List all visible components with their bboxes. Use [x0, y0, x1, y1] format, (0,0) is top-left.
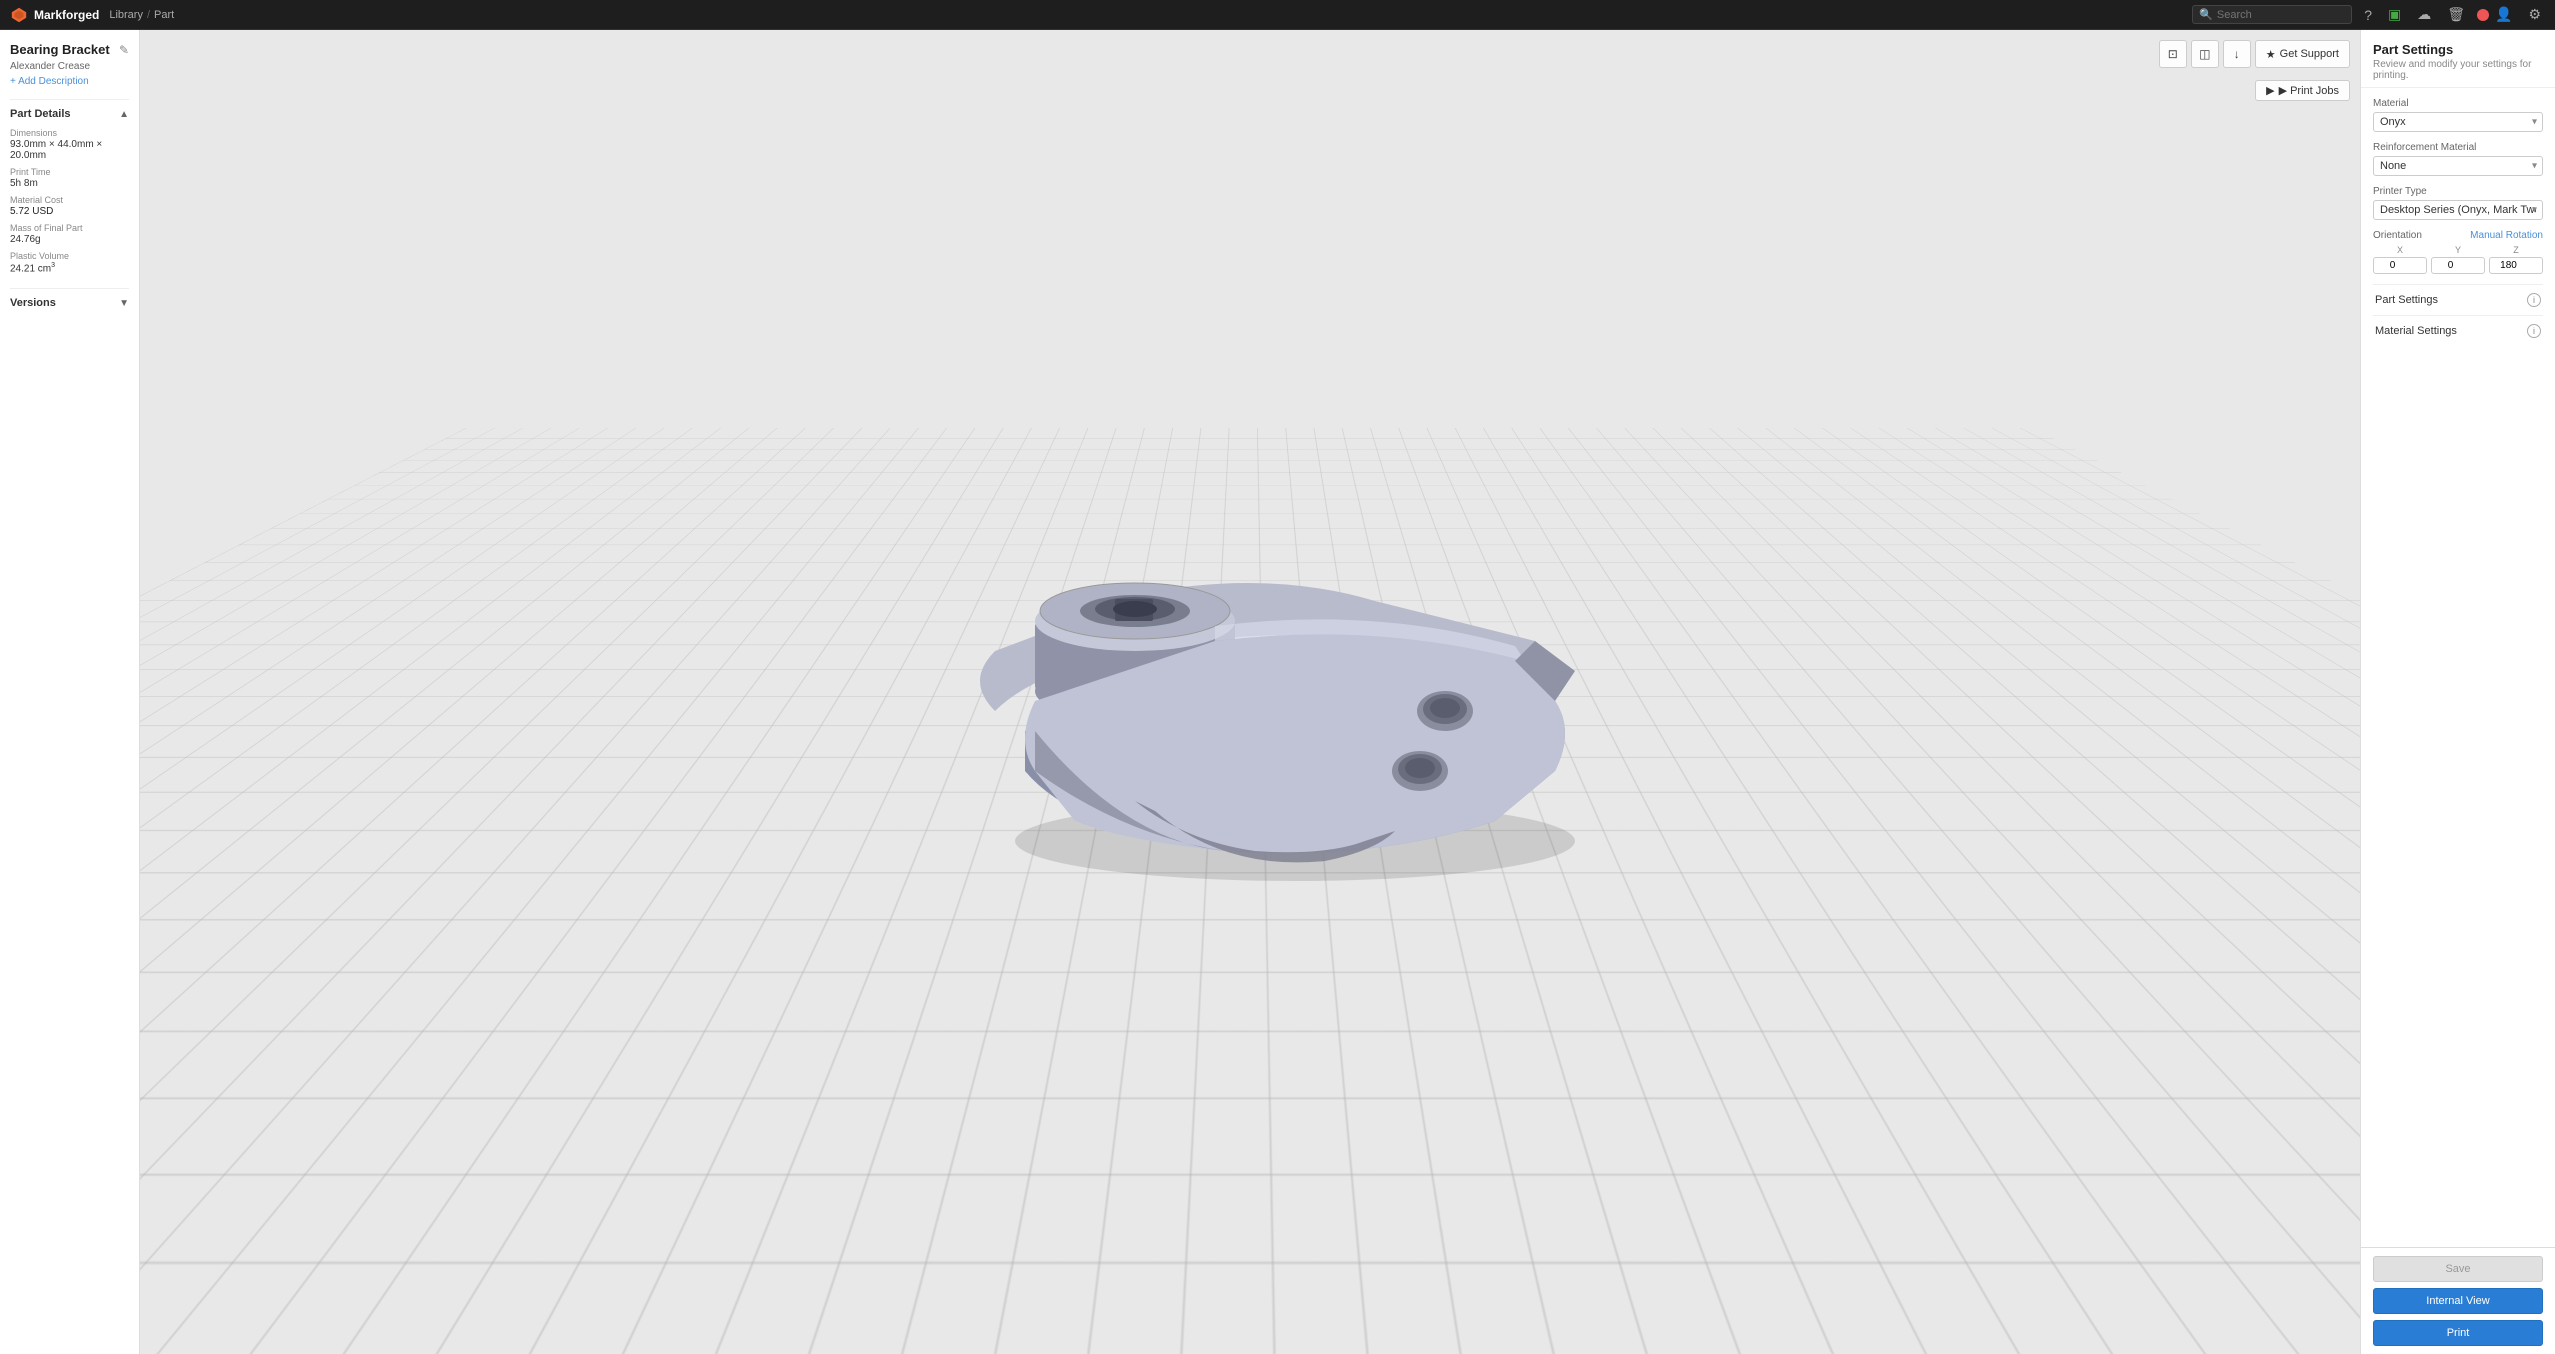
print-time-value: 5h 8m: [10, 178, 129, 189]
material-settings-section: Material Settings i: [2373, 315, 2543, 346]
save-button: Save: [2373, 1256, 2543, 1282]
search-input[interactable]: [2217, 9, 2345, 21]
orientation-label: Orientation: [2373, 230, 2422, 241]
add-description-link[interactable]: + Add Description: [10, 76, 129, 87]
orientation-inputs: X Y Z: [2373, 245, 2543, 274]
reinforcement-select[interactable]: None: [2373, 156, 2543, 176]
reinforcement-label: Reinforcement Material: [2373, 142, 2543, 153]
print-time-label: Print Time: [10, 167, 129, 177]
orientation-label-row: Orientation Manual Rotation: [2373, 230, 2543, 241]
orientation-y-group: Y: [2431, 245, 2485, 274]
cloud-icon[interactable]: ☁: [2413, 4, 2435, 25]
manual-rotation-link[interactable]: Manual Rotation: [2470, 230, 2543, 241]
view-cube-icon: ⊡: [2168, 47, 2178, 61]
part-settings-header[interactable]: Part Settings i: [2373, 293, 2543, 307]
right-panel: Part Settings Review and modify your set…: [2360, 30, 2555, 1354]
part-title-row: Bearing Bracket ✎: [10, 42, 129, 57]
user-status: 👤: [2477, 4, 2516, 25]
material-field: Material Onyx: [2373, 98, 2543, 132]
material-cost-label: Material Cost: [10, 195, 129, 205]
material-settings-info-icon[interactable]: i: [2527, 324, 2541, 338]
settings-icon[interactable]: ⚙: [2524, 4, 2545, 25]
right-panel-header: Part Settings Review and modify your set…: [2361, 30, 2555, 88]
main-content: Bearing Bracket ✎ Alexander Crease + Add…: [0, 30, 2555, 1354]
right-panel-body: Material Onyx Reinforcement Material Non…: [2361, 88, 2555, 1247]
versions-title: Versions: [10, 297, 56, 309]
reinforcement-select-wrapper: None: [2373, 156, 2543, 176]
reinforcement-field: Reinforcement Material None: [2373, 142, 2543, 176]
left-panel: Bearing Bracket ✎ Alexander Crease + Add…: [0, 30, 140, 1354]
delete-icon[interactable]: 🗑: [2443, 4, 2469, 25]
user-icon[interactable]: 👤: [2491, 4, 2516, 25]
orientation-x-group: X: [2373, 245, 2427, 274]
x-axis-label: X: [2397, 245, 2403, 255]
plastic-volume-value: 24.21 cm3: [10, 262, 129, 274]
part-settings-title: Part Settings: [2375, 294, 2438, 306]
dimensions-label: Dimensions: [10, 128, 129, 138]
part-settings-info-icon[interactable]: i: [2527, 293, 2541, 307]
search-box[interactable]: 🔍: [2192, 5, 2352, 24]
logo: Markforged: [10, 6, 99, 24]
part-details-chevron: ▲: [119, 109, 129, 120]
camera-button[interactable]: ◫: [2191, 40, 2219, 68]
z-axis-label: Z: [2513, 245, 2519, 255]
print-status-icon[interactable]: ▣: [2384, 4, 2405, 25]
breadcrumb-library[interactable]: Library: [109, 9, 143, 21]
versions-section-header[interactable]: Versions ▼: [10, 288, 129, 309]
help-icon[interactable]: ?: [2360, 5, 2376, 25]
orientation-section: Orientation Manual Rotation X Y Z: [2373, 230, 2543, 274]
nav-right: 🔍 ? ▣ ☁ 🗑 👤 ⚙: [2192, 4, 2545, 25]
printer-type-label: Printer Type: [2373, 186, 2543, 197]
edit-icon[interactable]: ✎: [119, 43, 129, 57]
part-details-section-header[interactable]: Part Details ▲: [10, 99, 129, 120]
author-name: Alexander Crease: [10, 61, 129, 72]
top-navigation: Markforged Library / Part 🔍 ? ▣ ☁ 🗑 👤 ⚙: [0, 0, 2555, 30]
part-settings-section: Part Settings i: [2373, 284, 2543, 315]
3d-part-model: [875, 351, 1625, 901]
y-axis-label: Y: [2455, 245, 2461, 255]
part-details-title: Part Details: [10, 108, 71, 120]
right-panel-subtitle: Review and modify your settings for prin…: [2373, 59, 2543, 81]
breadcrumb-part[interactable]: Part: [154, 9, 174, 21]
part-details-body: Dimensions 93.0mm × 44.0mm × 20.0mm Prin…: [10, 128, 129, 274]
viewport-controls: ⊡ ◫ ↓ ★ Get Support: [2159, 40, 2350, 68]
print-jobs-button[interactable]: ▶ ▶ Print Jobs: [2255, 80, 2350, 101]
logo-text: Markforged: [34, 8, 99, 22]
right-panel-footer: Save Internal View Print: [2361, 1247, 2555, 1354]
versions-chevron: ▼: [119, 298, 129, 309]
material-select[interactable]: Onyx: [2373, 112, 2543, 132]
material-settings-title: Material Settings: [2375, 325, 2457, 337]
camera-icon: ◫: [2199, 47, 2210, 61]
orientation-z-group: Z: [2489, 245, 2543, 274]
printer-type-select[interactable]: Desktop Series (Onyx, Mark Two): [2373, 200, 2543, 220]
material-settings-header[interactable]: Material Settings i: [2373, 324, 2543, 338]
download-icon: ↓: [2234, 47, 2240, 61]
print-button[interactable]: Print: [2373, 1320, 2543, 1346]
material-cost-value: 5.72 USD: [10, 206, 129, 217]
material-select-wrapper: Onyx: [2373, 112, 2543, 132]
dimensions-value: 93.0mm × 44.0mm × 20.0mm: [10, 139, 129, 161]
mass-value: 24.76g: [10, 234, 129, 245]
orientation-x-input[interactable]: [2373, 257, 2427, 274]
internal-view-button[interactable]: Internal View: [2373, 1288, 2543, 1314]
breadcrumb: Library / Part: [109, 9, 174, 21]
material-label: Material: [2373, 98, 2543, 109]
download-button[interactable]: ↓: [2223, 40, 2251, 68]
support-icon: ★: [2266, 48, 2276, 61]
orientation-y-input[interactable]: [2431, 257, 2485, 274]
view-cube-button[interactable]: ⊡: [2159, 40, 2187, 68]
printer-type-field: Printer Type Desktop Series (Onyx, Mark …: [2373, 186, 2543, 220]
3d-viewport: ⊡ ◫ ↓ ★ Get Support ▶ ▶ Print Jobs: [140, 30, 2360, 1354]
status-dot-red: [2477, 9, 2489, 21]
right-panel-title: Part Settings: [2373, 42, 2543, 57]
search-icon: 🔍: [2199, 8, 2213, 21]
printer-type-select-wrapper: Desktop Series (Onyx, Mark Two): [2373, 200, 2543, 220]
plastic-volume-label: Plastic Volume: [10, 251, 129, 261]
mass-label: Mass of Final Part: [10, 223, 129, 233]
get-support-button[interactable]: ★ Get Support: [2255, 40, 2350, 68]
part-title: Bearing Bracket: [10, 42, 110, 57]
print-jobs-icon: ▶: [2266, 84, 2274, 97]
orientation-z-input[interactable]: [2489, 257, 2543, 274]
